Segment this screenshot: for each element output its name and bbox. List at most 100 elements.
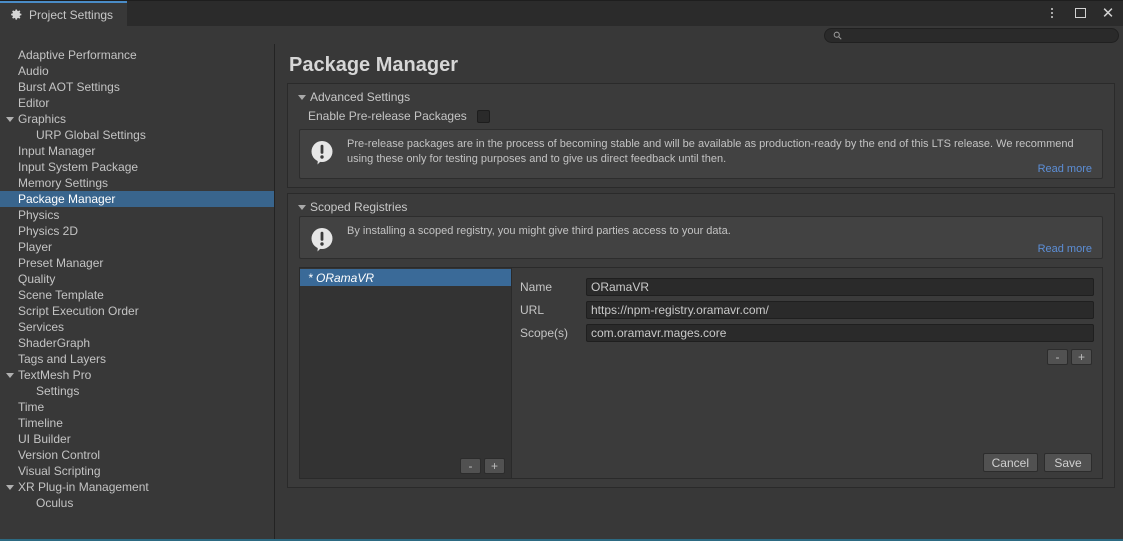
registry-detail-panel: Name URL Scope(s) - + Cancel Save — [512, 268, 1102, 478]
sidebar-item-label: Adaptive Performance — [18, 48, 137, 62]
sidebar-item-editor[interactable]: Editor — [0, 95, 274, 111]
sidebar-item-label: Settings — [36, 384, 79, 398]
sidebar-item-label: Physics 2D — [18, 224, 78, 238]
sidebar-item-label: XR Plug-in Management — [18, 480, 149, 494]
chevron-down-icon[interactable] — [6, 485, 14, 490]
sidebar-item-physics-2d[interactable]: Physics 2D — [0, 223, 274, 239]
registry-fields: Name URL Scope(s) — [520, 278, 1094, 347]
cancel-button[interactable]: Cancel — [983, 453, 1038, 472]
scoped-registries-section: Scoped Registries By installing a scoped… — [287, 193, 1115, 488]
scoped-read-more-link[interactable]: Read more — [1038, 243, 1092, 255]
sidebar-item-label: Burst AOT Settings — [18, 80, 120, 94]
registry-field-row: URL — [520, 301, 1094, 319]
registry-field-label: Name — [520, 280, 578, 294]
sidebar-item-burst-aot-settings[interactable]: Burst AOT Settings — [0, 79, 274, 95]
sidebar-item-version-control[interactable]: Version Control — [0, 447, 274, 463]
sidebar-item-scene-template[interactable]: Scene Template — [0, 287, 274, 303]
remove-scope-button[interactable]: - — [1047, 349, 1068, 365]
advanced-settings-title: Advanced Settings — [310, 90, 410, 104]
sidebar-item-timeline[interactable]: Timeline — [0, 415, 274, 431]
title-bar: Project Settings ✕ — [0, 0, 1123, 26]
sidebar-item-tags-and-layers[interactable]: Tags and Layers — [0, 351, 274, 367]
sidebar-item-label: Input Manager — [18, 144, 95, 158]
registry-field-row: Scope(s) — [520, 324, 1094, 342]
sidebar-item-settings[interactable]: Settings — [0, 383, 274, 399]
advanced-settings-foldout[interactable]: Advanced Settings — [298, 88, 1106, 106]
scoped-help-text: By installing a scoped registry, you mig… — [347, 224, 1093, 254]
sidebar-item-urp-global-settings[interactable]: URP Global Settings — [0, 127, 274, 143]
scoped-registries-foldout[interactable]: Scoped Registries — [298, 198, 1106, 216]
enable-prerelease-label: Enable Pre-release Packages — [308, 109, 467, 123]
sidebar-item-player[interactable]: Player — [0, 239, 274, 255]
sidebar-item-graphics[interactable]: Graphics — [0, 111, 274, 127]
scoped-registries-title: Scoped Registries — [310, 200, 407, 214]
sidebar-item-package-manager[interactable]: Package Manager — [0, 191, 274, 207]
search-box[interactable] — [824, 28, 1119, 43]
remove-registry-button[interactable]: - — [460, 458, 481, 474]
sidebar-item-oculus[interactable]: Oculus — [0, 495, 274, 511]
sidebar-item-label: Time — [18, 400, 44, 414]
sidebar-item-time[interactable]: Time — [0, 399, 274, 415]
add-scope-button[interactable]: + — [1071, 349, 1092, 365]
search-input[interactable] — [847, 30, 1110, 41]
sidebar-item-services[interactable]: Services — [0, 319, 274, 335]
registry-field-input-scope-s-[interactable] — [586, 324, 1094, 342]
sidebar-item-physics[interactable]: Physics — [0, 207, 274, 223]
advanced-settings-section: Advanced Settings Enable Pre-release Pac… — [287, 83, 1115, 188]
registry-field-input-name[interactable] — [586, 278, 1094, 296]
sidebar-item-label: Package Manager — [18, 192, 115, 206]
chevron-down-icon — [298, 205, 306, 210]
add-registry-button[interactable]: + — [484, 458, 505, 474]
sidebar-item-label: Graphics — [18, 112, 66, 126]
sidebar-item-shadergraph[interactable]: ShaderGraph — [0, 335, 274, 351]
sidebar-item-label: Tags and Layers — [18, 352, 106, 366]
tab-label: Project Settings — [29, 8, 113, 22]
sidebar-item-adaptive-performance[interactable]: Adaptive Performance — [0, 47, 274, 63]
sidebar-item-visual-scripting[interactable]: Visual Scripting — [0, 463, 274, 479]
sidebar-item-label: Oculus — [36, 496, 73, 510]
close-icon[interactable]: ✕ — [1099, 4, 1117, 22]
registry-action-buttons: Cancel Save — [520, 453, 1094, 472]
project-settings-window: Project Settings ✕ Adaptive Performan — [0, 0, 1123, 541]
warning-bubble-icon — [309, 226, 337, 254]
registry-list-item[interactable]: * ORamaVR — [300, 269, 511, 286]
save-button[interactable]: Save — [1044, 453, 1092, 472]
maximize-icon[interactable] — [1071, 4, 1089, 22]
sidebar-item-label: TextMesh Pro — [18, 368, 91, 382]
sidebar-item-label: Script Execution Order — [18, 304, 139, 318]
sidebar-item-preset-manager[interactable]: Preset Manager — [0, 255, 274, 271]
sidebar-item-quality[interactable]: Quality — [0, 271, 274, 287]
registry-field-input-url[interactable] — [586, 301, 1094, 319]
sidebar-item-audio[interactable]: Audio — [0, 63, 274, 79]
prerelease-read-more-link[interactable]: Read more — [1038, 163, 1092, 175]
sidebar-item-label: Physics — [18, 208, 59, 222]
settings-content: Package Manager Advanced Settings Enable… — [275, 44, 1123, 539]
sidebar-item-label: Memory Settings — [18, 176, 108, 190]
gear-icon — [10, 8, 23, 21]
tab-project-settings[interactable]: Project Settings — [0, 1, 127, 26]
sidebar-item-label: Preset Manager — [18, 256, 103, 270]
sidebar-item-label: Input System Package — [18, 160, 138, 174]
chevron-down-icon — [298, 95, 306, 100]
enable-prerelease-row: Enable Pre-release Packages — [296, 106, 1106, 129]
sidebar-item-input-system-package[interactable]: Input System Package — [0, 159, 274, 175]
kebab-menu-icon[interactable] — [1043, 4, 1061, 22]
sidebar-item-input-manager[interactable]: Input Manager — [0, 143, 274, 159]
sidebar-item-ui-builder[interactable]: UI Builder — [0, 431, 274, 447]
sidebar-item-memory-settings[interactable]: Memory Settings — [0, 175, 274, 191]
chevron-down-icon[interactable] — [6, 117, 14, 122]
settings-sidebar[interactable]: Adaptive PerformanceAudioBurst AOT Setti… — [0, 44, 275, 539]
sidebar-item-label: Services — [18, 320, 64, 334]
sidebar-item-textmesh-pro[interactable]: TextMesh Pro — [0, 367, 274, 383]
sidebar-item-label: URP Global Settings — [36, 128, 146, 142]
sidebar-item-xr-plug-in-management[interactable]: XR Plug-in Management — [0, 479, 274, 495]
window-body: Adaptive PerformanceAudioBurst AOT Setti… — [0, 44, 1123, 541]
sidebar-item-label: ShaderGraph — [18, 336, 90, 350]
sidebar-item-label: Visual Scripting — [18, 464, 101, 478]
sidebar-item-script-execution-order[interactable]: Script Execution Order — [0, 303, 274, 319]
registry-list[interactable]: * ORamaVR — [300, 268, 511, 454]
prerelease-help-text: Pre-release packages are in the process … — [347, 137, 1093, 174]
enable-prerelease-checkbox[interactable] — [477, 110, 490, 123]
chevron-down-icon[interactable] — [6, 373, 14, 378]
search-icon — [833, 31, 842, 40]
